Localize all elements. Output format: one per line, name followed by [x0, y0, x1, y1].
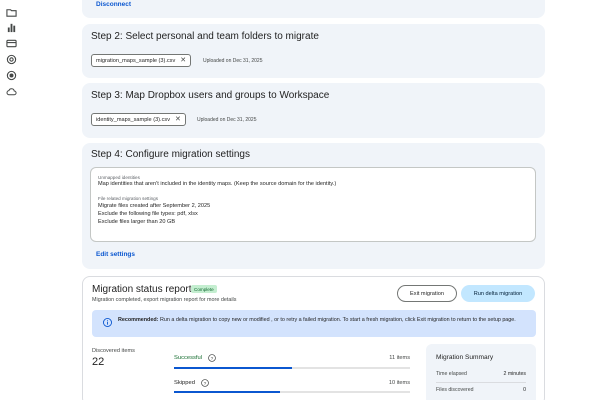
file-setting-item: Exclude files larger than 20 GB [98, 219, 176, 225]
record-icon[interactable] [5, 69, 17, 81]
bar-chart-icon[interactable] [5, 21, 17, 33]
file-name: migration_maps_sample (3).csv [96, 57, 176, 64]
icon-rail [0, 0, 24, 400]
progress-fill [174, 367, 292, 369]
notice-body: Run a delta migration to copy new or mod… [158, 317, 516, 323]
unmapped-text: Map identities that aren't included in t… [98, 181, 337, 187]
edit-settings-link[interactable]: Edit settings [96, 251, 135, 258]
recommendation-notice: Recommended: Run a delta migration to co… [92, 310, 536, 337]
successful-progress-bar [174, 367, 410, 369]
main-content: Disconnect Step 2: Select personal and t… [82, 0, 545, 400]
info-icon [103, 318, 112, 327]
svg-text:?: ? [204, 381, 207, 387]
unmapped-label: Unmapped identities [98, 175, 140, 180]
step4-card: Step 4: Configure migration settings Unm… [82, 143, 545, 269]
migration-map-file-chip: migration_maps_sample (3).csv ✕ [91, 54, 192, 67]
help-icon[interactable]: ? [208, 354, 216, 362]
cloud-icon[interactable] [5, 85, 17, 97]
at-sign-icon[interactable] [5, 53, 17, 65]
summary-title: Migration Summary [436, 354, 494, 361]
summary-row-value: 0 [523, 387, 526, 393]
migration-status-report: Migration status report Complete Migrati… [82, 276, 545, 400]
disconnect-link[interactable]: Disconnect [96, 1, 131, 8]
step3-title: Step 3: Map Dropbox users and groups to … [91, 90, 330, 101]
skipped-stat: Skipped ? [174, 379, 209, 387]
discovered-items-value: 22 [92, 356, 105, 368]
discovered-items-label: Discovered items [92, 348, 135, 354]
help-icon[interactable]: ? [201, 379, 209, 387]
summary-divider [436, 382, 526, 383]
report-subtitle: Migration completed, export migration re… [92, 297, 237, 303]
skipped-label: Skipped [174, 380, 195, 386]
exit-migration-button[interactable]: Exit migration [397, 285, 457, 302]
status-badge: Complete [191, 285, 217, 293]
settings-summary-box: Unmapped identities Map identities that … [90, 167, 536, 242]
file-name: identity_maps_sample (3).csv [96, 116, 170, 123]
summary-row-label: Time elapsed [436, 371, 467, 377]
file-settings-label: File related migration settings [98, 196, 159, 201]
step1-card: Disconnect [82, 0, 545, 18]
step3-card: Step 3: Map Dropbox users and groups to … [82, 83, 545, 138]
notice-text: Recommended: Run a delta migration to co… [118, 316, 526, 324]
step2-card: Step 2: Select personal and team folders… [82, 24, 545, 78]
report-title: Migration status report [92, 284, 192, 295]
successful-count: 11 items [389, 355, 410, 361]
successful-label: Successful [174, 355, 203, 361]
card-icon[interactable] [5, 37, 17, 49]
identity-map-file-chip: identity_maps_sample (3).csv ✕ [91, 113, 186, 126]
folder-icon[interactable] [5, 6, 17, 18]
upload-date: Uploaded on Dec 31, 2025 [197, 117, 257, 123]
step4-title: Step 4: Configure migration settings [91, 149, 250, 160]
migration-summary-panel: Migration Summary Time elapsed 2 minutes… [426, 344, 536, 400]
summary-row-value: 2 minutes [503, 371, 527, 377]
skipped-count: 10 items [388, 380, 410, 386]
run-delta-migration-button[interactable]: Run delta migration [461, 285, 535, 302]
skipped-progress-bar [174, 391, 410, 393]
notice-bold: Recommended: [118, 317, 159, 323]
step2-title: Step 2: Select personal and team folders… [91, 31, 319, 42]
file-setting-item: Exclude the following file types: pdf, x… [98, 211, 198, 217]
progress-fill [174, 391, 281, 393]
close-icon[interactable]: ✕ [180, 57, 186, 64]
upload-date: Uploaded on Dec 31, 2025 [203, 58, 263, 64]
successful-stat: Successful ? [174, 354, 216, 362]
file-setting-item: Migrate files created after September 2,… [98, 203, 211, 209]
svg-text:?: ? [211, 356, 214, 362]
close-icon[interactable]: ✕ [175, 116, 181, 123]
summary-row-label: Files discovered [436, 387, 474, 393]
